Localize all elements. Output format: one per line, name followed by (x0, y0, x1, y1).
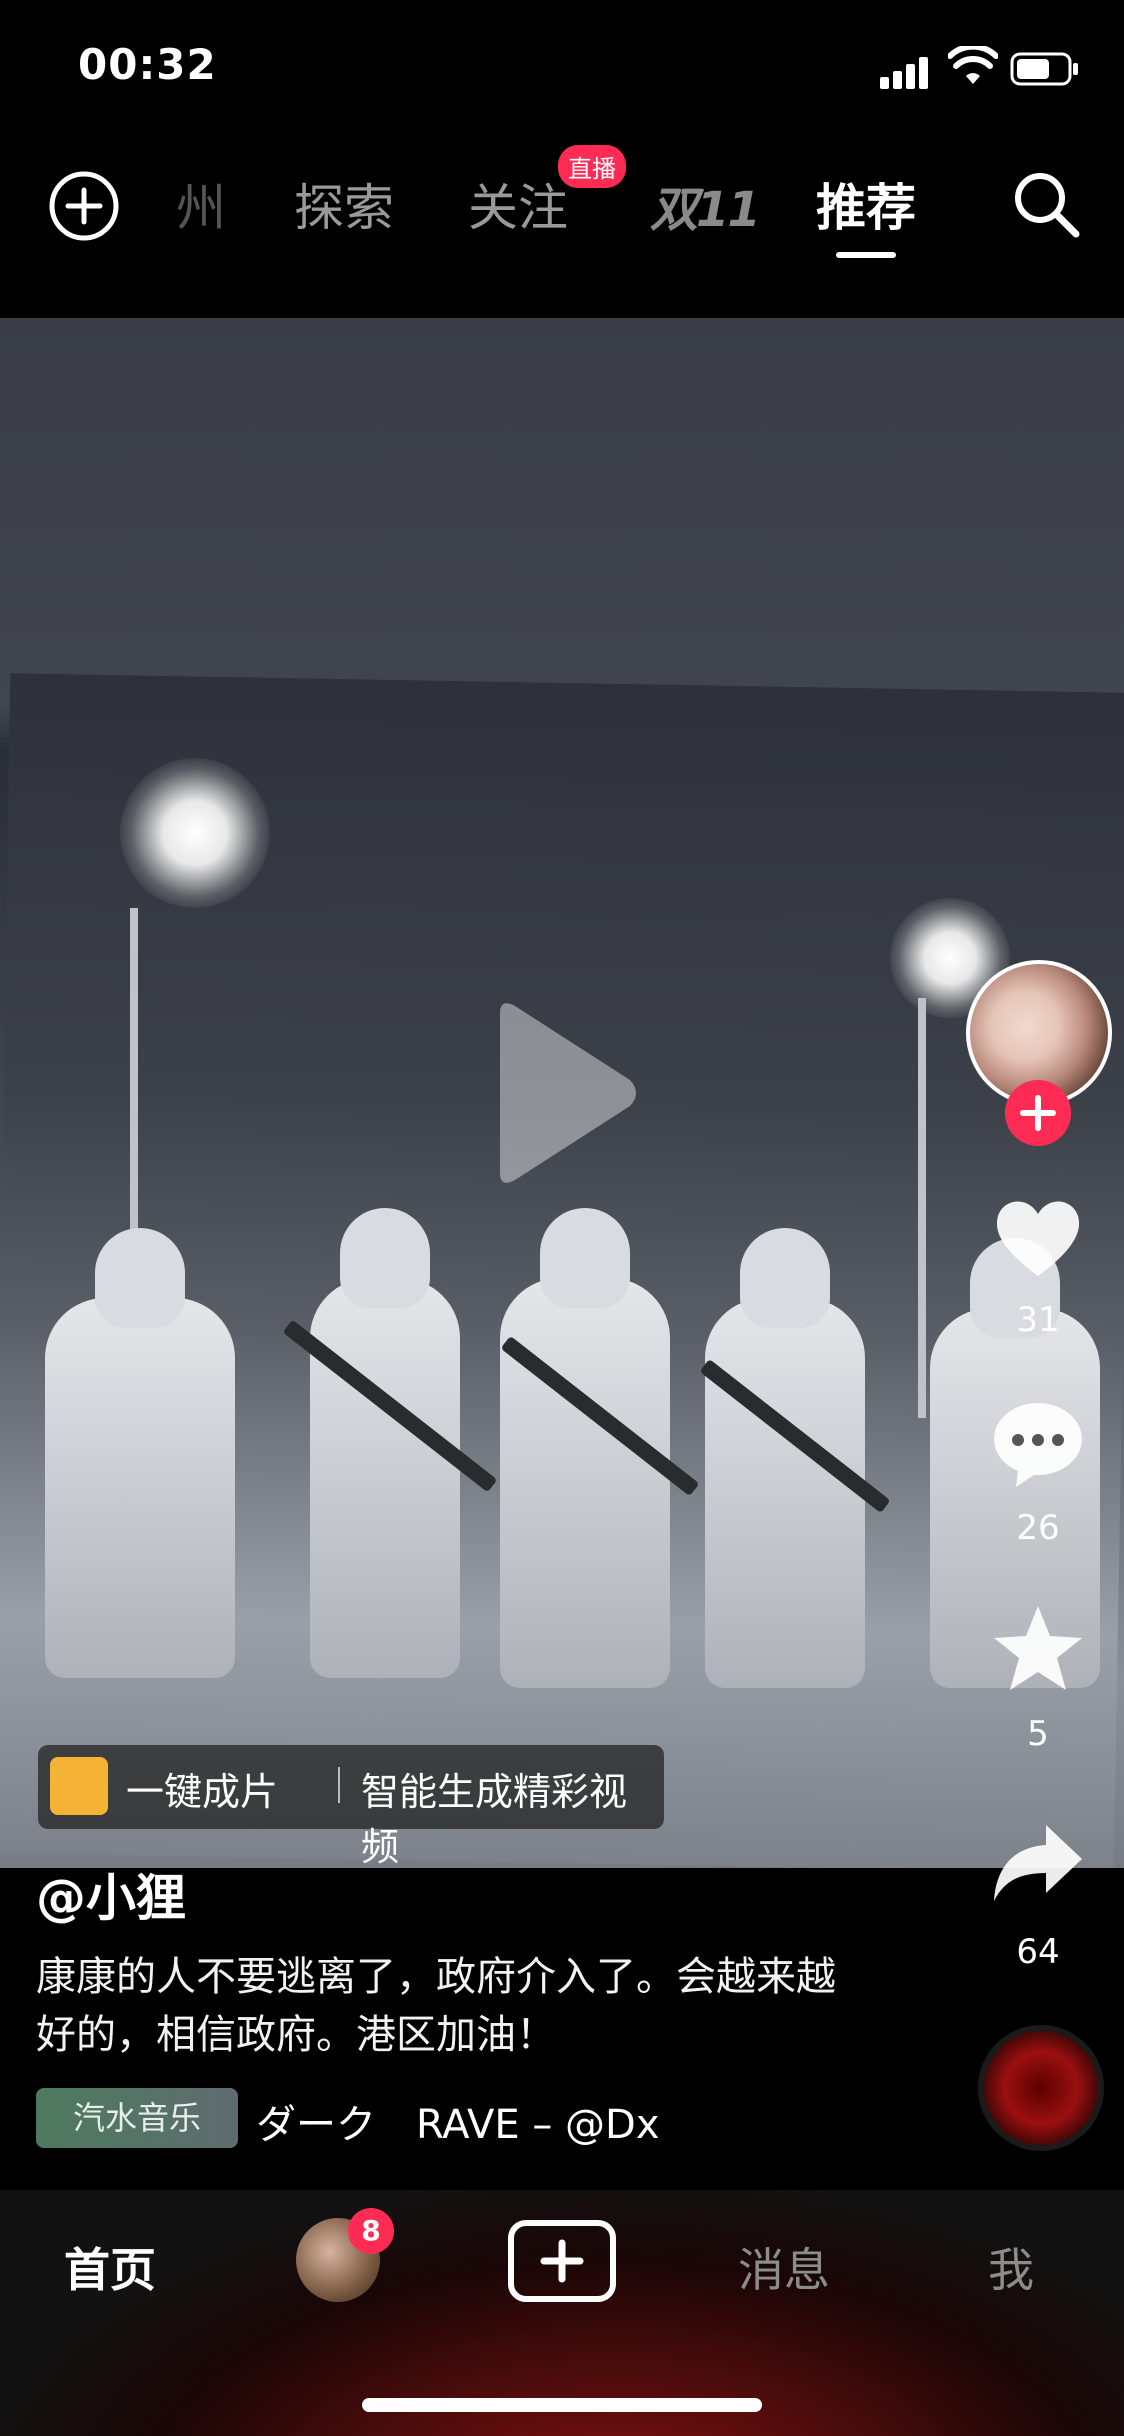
clapperboard-icon (50, 1757, 108, 1815)
figure (45, 1228, 235, 1678)
video-player[interactable] (0, 318, 1124, 1868)
figure (500, 1208, 670, 1688)
status-bar: 00:32 (0, 0, 1124, 135)
live-badge: 直播 (558, 145, 626, 188)
favorite-count: 5 (1027, 1714, 1049, 1754)
street-lamp (120, 758, 270, 908)
share-count: 64 (1016, 1932, 1060, 1972)
comment-icon[interactable] (990, 1395, 1086, 1491)
signal-icon (880, 55, 932, 89)
tab-me[interactable]: 我 (988, 2234, 1034, 2300)
status-time: 00:32 (78, 40, 217, 89)
heart-icon[interactable] (990, 1190, 1086, 1286)
tab-messages[interactable]: 消息 (738, 2234, 830, 2300)
video-description: 康康的人不要逃离了，政府介入了。会越来越好的，相信政府。港区加油！ (36, 1954, 836, 2058)
cta-subtitle: 智能生成精彩视频 (361, 1770, 628, 1869)
create-button[interactable] (508, 2220, 616, 2302)
comment-count: 26 (1016, 1508, 1060, 1548)
plus-icon (540, 2239, 584, 2283)
tab-double11[interactable]: 双11 (650, 170, 761, 240)
friends-badge: 8 (348, 2208, 394, 2254)
author-name[interactable]: @小狸 (36, 1858, 186, 1930)
tab-recommend[interactable]: 推荐 (816, 168, 916, 258)
home-indicator[interactable] (362, 2398, 762, 2412)
lamp-pole (918, 998, 926, 1418)
one-click-video-banner[interactable]: 一键成片 智能生成精彩视频 (38, 1745, 664, 1869)
tab-home[interactable]: 首页 (64, 2234, 156, 2300)
tab-explore[interactable]: 探索 (294, 168, 394, 240)
music-title[interactable]: ダーク RAVE – @Dx (256, 2092, 706, 2150)
share-icon[interactable] (990, 1815, 1086, 1911)
wifi-icon (948, 46, 998, 84)
battery-icon (1010, 52, 1078, 86)
top-nav: 州 探索 关注 直播 双11 推荐 (0, 140, 1124, 270)
cta-title: 一键成片 (126, 1770, 279, 1814)
figure (705, 1228, 865, 1688)
tab-city[interactable]: 州 (176, 168, 226, 240)
play-icon[interactable] (480, 998, 640, 1188)
music-source-tag[interactable]: 汽水音乐 (36, 2088, 238, 2148)
tab-recommend-label: 推荐 (816, 179, 916, 237)
search-icon[interactable] (1008, 166, 1084, 242)
cta-divider (338, 1767, 340, 1803)
figure (310, 1208, 460, 1678)
star-icon[interactable] (990, 1600, 1086, 1696)
active-tab-underline (836, 252, 896, 258)
music-disc[interactable] (978, 2025, 1104, 2151)
tab-following[interactable]: 关注 (468, 168, 568, 240)
add-circle-icon[interactable] (48, 170, 120, 242)
like-count: 31 (1016, 1300, 1060, 1340)
follow-plus-icon[interactable] (1005, 1080, 1071, 1146)
